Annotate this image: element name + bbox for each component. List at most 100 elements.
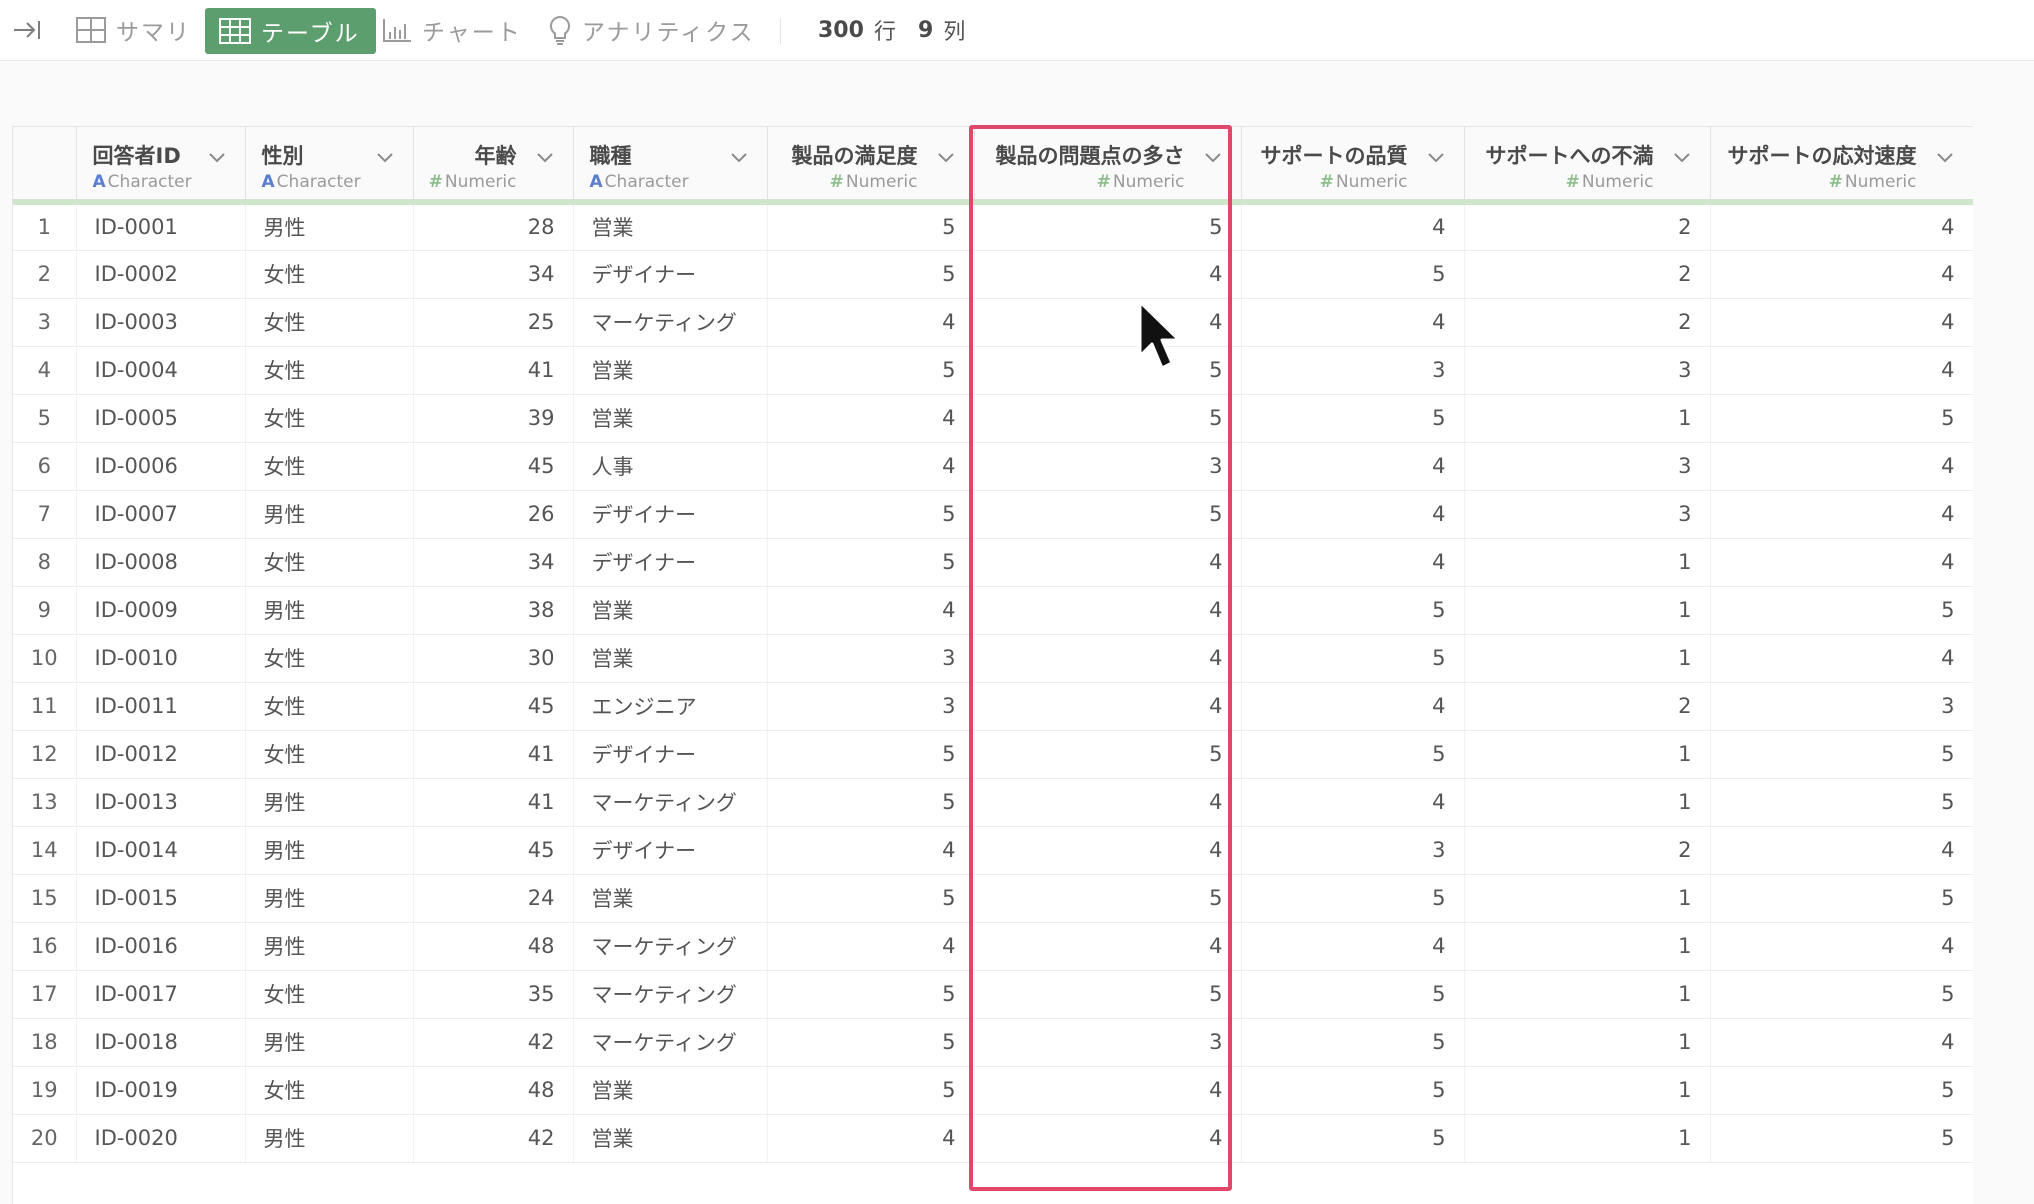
table-row[interactable]: 3 ID-0003 女性 25 マーケティング 4 4 4 2 4: [13, 298, 1973, 347]
table-cell[interactable]: 4: [974, 586, 1242, 635]
table-cell[interactable]: 女性: [245, 1066, 414, 1115]
table-cell[interactable]: ID-0010: [76, 634, 246, 683]
table-cell[interactable]: 5: [767, 346, 975, 395]
table-cell[interactable]: 48: [413, 922, 574, 971]
table-cell[interactable]: 男性: [245, 874, 414, 923]
row-index[interactable]: 4: [13, 346, 77, 395]
table-cell[interactable]: 5: [767, 970, 975, 1019]
table-cell[interactable]: ID-0008: [76, 538, 246, 587]
collapse-panel-button[interactable]: [6, 0, 48, 60]
table-cell[interactable]: 24: [413, 874, 574, 923]
chevron-down-icon[interactable]: [1424, 145, 1448, 169]
table-cell[interactable]: エンジニア: [573, 682, 768, 731]
tab-table[interactable]: テーブル: [205, 8, 376, 54]
table-cell[interactable]: 35: [413, 970, 574, 1019]
table-cell[interactable]: デザイナー: [573, 490, 768, 539]
table-cell[interactable]: マーケティング: [573, 1018, 768, 1067]
table-cell[interactable]: 3: [1464, 346, 1711, 395]
table-cell[interactable]: 5: [1241, 394, 1465, 443]
table-cell[interactable]: 41: [413, 730, 574, 779]
table-cell[interactable]: 4: [767, 394, 975, 443]
table-cell[interactable]: 5: [1241, 250, 1465, 299]
table-cell[interactable]: 45: [413, 682, 574, 731]
table-cell[interactable]: 3: [1464, 490, 1711, 539]
table-cell[interactable]: 女性: [245, 970, 414, 1019]
column-header-3[interactable]: 年齢 # Numeric: [413, 126, 574, 205]
column-header-6[interactable]: 製品の問題点の多さ # Numeric: [974, 126, 1242, 205]
table-cell[interactable]: 4: [974, 1114, 1242, 1163]
table-cell[interactable]: 4: [1710, 826, 1973, 875]
table-cell[interactable]: 女性: [245, 538, 414, 587]
table-cell[interactable]: 営業: [573, 346, 768, 395]
table-cell[interactable]: 4: [974, 538, 1242, 587]
table-cell[interactable]: 48: [413, 1066, 574, 1115]
table-cell[interactable]: 5: [767, 1018, 975, 1067]
table-cell[interactable]: 男性: [245, 1114, 414, 1163]
table-row[interactable]: 19 ID-0019 女性 48 営業 5 4 5 1 5: [13, 1066, 1973, 1115]
table-cell[interactable]: 5: [1241, 1114, 1465, 1163]
table-row[interactable]: 2 ID-0002 女性 34 デザイナー 5 4 5 2 4: [13, 250, 1973, 299]
table-cell[interactable]: 4: [1241, 538, 1465, 587]
table-cell[interactable]: 4: [1710, 298, 1973, 347]
row-index[interactable]: 19: [13, 1066, 77, 1115]
row-index[interactable]: 8: [13, 538, 77, 587]
table-cell[interactable]: 4: [1241, 202, 1465, 251]
table-cell[interactable]: ID-0013: [76, 778, 246, 827]
table-cell[interactable]: 営業: [573, 1114, 768, 1163]
table-cell[interactable]: 1: [1464, 1066, 1711, 1115]
table-cell[interactable]: 4: [1241, 778, 1465, 827]
table-cell[interactable]: 4: [974, 1066, 1242, 1115]
table-row[interactable]: 10 ID-0010 女性 30 営業 3 4 5 1 4: [13, 634, 1973, 683]
row-index[interactable]: 15: [13, 874, 77, 923]
table-row[interactable]: 17 ID-0017 女性 35 マーケティング 5 5 5 1 5: [13, 970, 1973, 1019]
table-cell[interactable]: 営業: [573, 634, 768, 683]
table-cell[interactable]: 5: [1241, 970, 1465, 1019]
table-cell[interactable]: 5: [974, 730, 1242, 779]
table-cell[interactable]: 男性: [245, 826, 414, 875]
tab-summary[interactable]: サマリ: [76, 0, 191, 60]
table-cell[interactable]: 2: [1464, 202, 1711, 251]
table-cell[interactable]: 4: [974, 778, 1242, 827]
table-row[interactable]: 14 ID-0014 男性 45 デザイナー 4 4 3 2 4: [13, 826, 1973, 875]
column-header-1[interactable]: 回答者ID A Character: [76, 126, 246, 205]
row-index[interactable]: 9: [13, 586, 77, 635]
table-row[interactable]: 4 ID-0004 女性 41 営業 5 5 3 3 4: [13, 346, 1973, 395]
table-cell[interactable]: 5: [1710, 874, 1973, 923]
table-cell[interactable]: 4: [1710, 442, 1973, 491]
table-cell[interactable]: 4: [1241, 442, 1465, 491]
row-index[interactable]: 10: [13, 634, 77, 683]
table-cell[interactable]: 2: [1464, 682, 1711, 731]
chevron-down-icon[interactable]: [1933, 145, 1957, 169]
table-cell[interactable]: 3: [1241, 826, 1465, 875]
table-cell[interactable]: 女性: [245, 730, 414, 779]
table-cell[interactable]: 1: [1464, 538, 1711, 587]
column-header-9[interactable]: サポートの応対速度 # Numeric: [1710, 126, 1973, 205]
table-row[interactable]: 13 ID-0013 男性 41 マーケティング 5 4 4 1 5: [13, 778, 1973, 827]
table-cell[interactable]: 5: [1241, 1018, 1465, 1067]
table-cell[interactable]: 3: [1464, 442, 1711, 491]
column-header-8[interactable]: サポートへの不満 # Numeric: [1464, 126, 1711, 205]
table-cell[interactable]: 4: [974, 298, 1242, 347]
row-index[interactable]: 16: [13, 922, 77, 971]
table-cell[interactable]: 営業: [573, 1066, 768, 1115]
table-cell[interactable]: 4: [974, 682, 1242, 731]
row-index[interactable]: 11: [13, 682, 77, 731]
table-cell[interactable]: 34: [413, 538, 574, 587]
table-cell[interactable]: 4: [767, 298, 975, 347]
table-cell[interactable]: 2: [1464, 826, 1711, 875]
table-row[interactable]: 1 ID-0001 男性 28 営業 5 5 4 2 4: [13, 202, 1973, 251]
table-cell[interactable]: 4: [1710, 538, 1973, 587]
table-row[interactable]: 6 ID-0006 女性 45 人事 4 3 4 3 4: [13, 442, 1973, 491]
table-cell[interactable]: マーケティング: [573, 298, 768, 347]
table-cell[interactable]: 5: [767, 490, 975, 539]
column-header-4[interactable]: 職種 A Character: [573, 126, 768, 205]
table-cell[interactable]: 4: [1241, 490, 1465, 539]
table-cell[interactable]: 38: [413, 586, 574, 635]
table-cell[interactable]: マーケティング: [573, 970, 768, 1019]
tab-analytics[interactable]: アナリティクス: [548, 0, 754, 60]
table-cell[interactable]: 4: [1710, 202, 1973, 251]
table-cell[interactable]: 5: [767, 874, 975, 923]
table-cell[interactable]: 3: [767, 634, 975, 683]
table-cell[interactable]: 男性: [245, 778, 414, 827]
table-cell[interactable]: ID-0002: [76, 250, 246, 299]
